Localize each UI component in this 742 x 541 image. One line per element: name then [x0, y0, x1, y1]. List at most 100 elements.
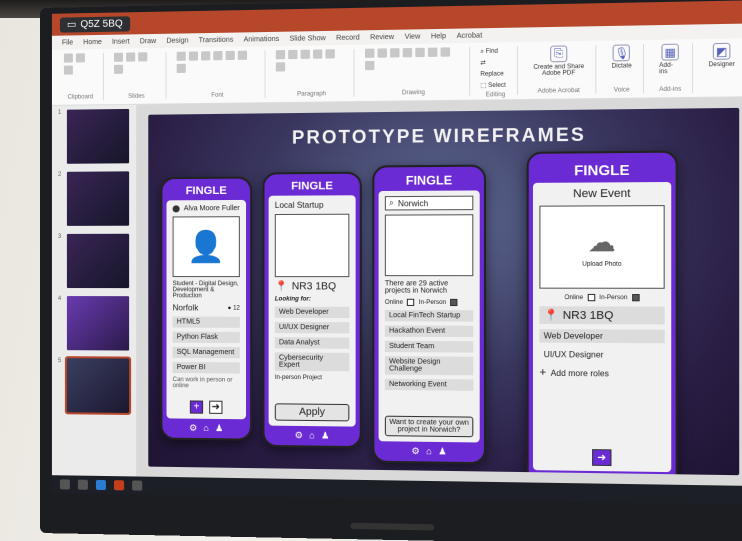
- start-icon[interactable]: [59, 479, 70, 490]
- role-item: UI/UX Designer: [274, 321, 350, 334]
- startup-title: Local Startup: [274, 200, 324, 210]
- group-clipboard: Clipboard: [57, 52, 104, 101]
- apply-button[interactable]: Apply: [274, 403, 350, 422]
- tab-slide-show[interactable]: Slide Show: [289, 35, 325, 43]
- skill-item: Python Flask: [172, 331, 240, 344]
- pdf-icon: ⎘: [550, 45, 568, 63]
- find-button[interactable]: ⌕ Find: [480, 46, 510, 58]
- designer-icon: ◩: [712, 42, 731, 60]
- tab-transitions[interactable]: Transitions: [199, 36, 234, 44]
- slide-thumb[interactable]: 3: [58, 233, 130, 289]
- dictate-button[interactable]: 🎙 Dictate: [607, 44, 636, 70]
- meeting-badge[interactable]: ▭ Q5Z 5BQ: [59, 15, 130, 33]
- nav-bar: ⚙ ⌂ ♟: [166, 418, 246, 434]
- startup-screen: Local Startup 📍 NR3 1BQ Looking for: Web…: [268, 195, 356, 427]
- online-checkbox[interactable]: [587, 293, 595, 302]
- settings-icon[interactable]: ⚙: [189, 423, 197, 434]
- group-slides: Slides: [107, 51, 167, 101]
- add-roles-button[interactable]: + Add more roles: [539, 366, 664, 379]
- browser-icon[interactable]: [95, 479, 106, 491]
- tab-record[interactable]: Record: [336, 34, 360, 42]
- folder-icon[interactable]: [132, 480, 143, 491]
- nav-bar: ⚙ ⌂ ♟: [379, 441, 480, 458]
- nav-bar: ⚙ ⌂ ♟: [269, 426, 356, 442]
- skill-item: HTML5: [172, 316, 240, 328]
- search-icon[interactable]: [77, 479, 88, 490]
- slide-thumb-selected[interactable]: 5: [58, 356, 132, 415]
- settings-icon[interactable]: ⚙: [295, 430, 303, 441]
- search-input[interactable]: ⌕ Norwich: [384, 195, 474, 211]
- slide-thumbnails: 1 2 3 4 5: [51, 104, 137, 477]
- result-item[interactable]: Student Team: [384, 340, 474, 353]
- group-font: Font: [170, 50, 266, 100]
- result-item[interactable]: Networking Event: [384, 378, 474, 391]
- tab-help[interactable]: Help: [431, 32, 446, 39]
- group-addins: ▦ Add-ins Add-ins: [648, 43, 694, 94]
- brand-header: FINGLE: [291, 180, 333, 193]
- tab-draw[interactable]: Draw: [140, 37, 157, 44]
- user-icon[interactable]: ♟: [321, 430, 329, 441]
- next-button[interactable]: ➜: [209, 400, 223, 414]
- slide-canvas: PROTOTYPE WIREFRAMES FINGLE Alva Moore F…: [136, 97, 742, 486]
- slide-thumb[interactable]: 4: [58, 296, 130, 351]
- phone-search: FINGLE ⌕ Norwich There are 29 active pro…: [372, 164, 487, 465]
- role-item: Cybersecurity Expert: [274, 352, 350, 372]
- online-checkbox[interactable]: [407, 298, 415, 306]
- tab-view[interactable]: View: [405, 33, 421, 40]
- create-project-button[interactable]: Want to create your own project in Norwi…: [384, 415, 474, 438]
- phone-profile: FINGLE Alva Moore Fuller 👤 Student - Dig…: [160, 176, 253, 441]
- in-person-checkbox[interactable]: [631, 293, 640, 302]
- role-item: Web Developer: [274, 306, 350, 319]
- tab-design[interactable]: Design: [166, 37, 188, 44]
- slide-thumb[interactable]: 2: [58, 171, 130, 226]
- search-icon: ⌕: [389, 198, 394, 208]
- tab-animations[interactable]: Animations: [244, 35, 280, 43]
- slide-thumb[interactable]: 1: [58, 108, 130, 164]
- ribbon: Clipboard Slides Font Paragraph Drawing …: [51, 38, 742, 106]
- group-paragraph: Paragraph: [269, 48, 355, 99]
- brand-header: FINGLE: [185, 184, 227, 198]
- student-label: Student - Digital Design, Development & …: [172, 281, 239, 300]
- nav-bar: ⚙ ⌂ ♟: [533, 470, 671, 475]
- group-designer: ◩ Designer: [698, 42, 742, 93]
- tab-review[interactable]: Review: [370, 33, 394, 41]
- tab-acrobat[interactable]: Acrobat: [457, 32, 483, 40]
- group-adobe: ⎘ Create and Share Adobe PDF Adobe Acrob…: [522, 44, 597, 95]
- home-icon[interactable]: ⌂: [203, 423, 209, 434]
- role-item: Web Developer: [539, 329, 665, 344]
- tab-home[interactable]: Home: [83, 38, 102, 45]
- result-item[interactable]: Local FinTech Startup: [384, 309, 474, 322]
- select-button[interactable]: ⬚ Select: [480, 81, 510, 93]
- settings-icon[interactable]: ⚙: [411, 446, 419, 457]
- project-count: ● 12: [227, 304, 240, 312]
- powerpoint-icon[interactable]: [114, 480, 125, 491]
- replace-button[interactable]: ⇄ Replace: [480, 58, 510, 81]
- create-pdf-button[interactable]: ⎘ Create and Share Adobe PDF: [529, 45, 589, 77]
- user-icon[interactable]: ♟: [215, 423, 223, 434]
- add-button[interactable]: +: [189, 400, 204, 414]
- slide[interactable]: PROTOTYPE WIREFRAMES FINGLE Alva Moore F…: [148, 107, 740, 476]
- person-icon: 👤: [187, 229, 226, 264]
- postcode-field[interactable]: 📍 NR3 1BQ: [539, 306, 665, 325]
- in-person-checkbox[interactable]: [450, 298, 458, 307]
- home-icon[interactable]: ⌂: [426, 446, 432, 457]
- upload-photo-area[interactable]: ☁ Upload Photo: [539, 205, 665, 289]
- designer-button[interactable]: ◩ Designer: [704, 42, 739, 69]
- user-icon[interactable]: ♟: [438, 446, 447, 457]
- event-screen: New Event ☁ Upload Photo Online In-Perso…: [532, 181, 672, 473]
- result-item[interactable]: Website Design Challenge: [384, 356, 474, 376]
- location-pin-icon: 📍: [274, 281, 288, 293]
- phone-event: FINGLE New Event ☁ Upload Photo Online I…: [526, 150, 678, 476]
- location-pin-icon: 📍: [543, 309, 559, 322]
- tab-file[interactable]: File: [62, 39, 73, 46]
- work-note: Can work in person or online: [172, 377, 233, 390]
- startup-postcode: NR3 1BQ: [291, 281, 337, 293]
- brand-header: FINGLE: [574, 161, 630, 179]
- next-button[interactable]: ➜: [592, 449, 612, 467]
- avatar-small-icon: [172, 205, 180, 213]
- addins-button[interactable]: ▦ Add-ins: [655, 43, 686, 76]
- result-item[interactable]: Hackathon Event: [384, 325, 474, 338]
- home-icon[interactable]: ⌂: [309, 430, 315, 441]
- tab-insert[interactable]: Insert: [112, 38, 130, 45]
- brand-header: FINGLE: [405, 173, 453, 188]
